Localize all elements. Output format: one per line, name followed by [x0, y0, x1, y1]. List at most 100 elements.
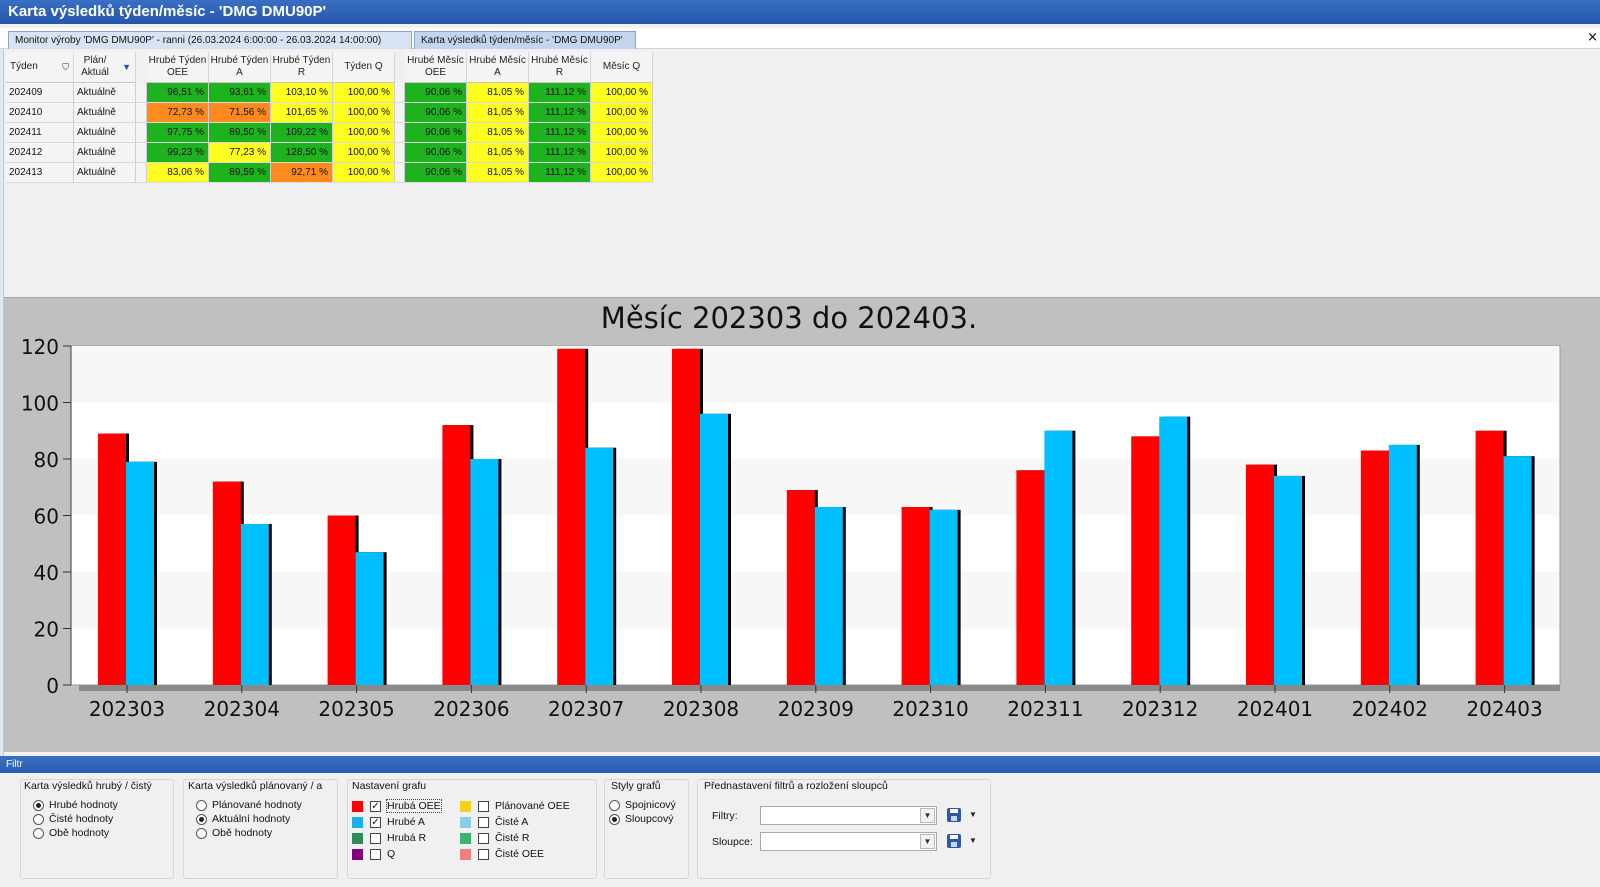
cell-plan[interactable]: Aktuálně [74, 163, 136, 183]
checkbox[interactable] [370, 848, 381, 860]
checkbox[interactable] [478, 848, 489, 860]
radio-both-values[interactable]: Obě hodnoty [33, 826, 109, 840]
cell-value[interactable]: 100,00 % [591, 103, 653, 123]
cell-value[interactable]: 90,06 % [405, 103, 467, 123]
column-header-month-oee[interactable]: Hrubé Měsíc OEE [405, 52, 467, 83]
cell-value[interactable]: 83,06 % [147, 163, 209, 183]
cell-week[interactable]: 202410 [6, 103, 74, 123]
columns-combobox[interactable]: ▼ [760, 832, 937, 851]
column-header-month-q[interactable]: Měsíc Q [591, 52, 653, 83]
column-header-month-r[interactable]: Hrubé Měsíc R [529, 52, 591, 83]
column-header-week-q[interactable]: Týden Q [333, 52, 395, 83]
radio-line-chart[interactable]: Spojnicový [609, 798, 676, 812]
cell-plan[interactable]: Aktuálně [74, 123, 136, 143]
tab-result-card[interactable]: Karta výsledků týden/měsíc - 'DMG DMU90P… [414, 31, 636, 49]
cell-value[interactable]: 89,50 % [209, 123, 271, 143]
cell-value[interactable]: 72,73 % [147, 103, 209, 123]
cell-value[interactable]: 81,05 % [467, 143, 529, 163]
checkbox[interactable]: ✓ [370, 800, 381, 812]
radio-gross-values[interactable]: Hrubé hodnoty [33, 798, 118, 812]
dropdown-arrow-icon[interactable]: ▼ [969, 810, 977, 819]
cell-value[interactable]: 100,00 % [591, 83, 653, 103]
cell-value[interactable]: 100,00 % [333, 83, 395, 103]
cell-value[interactable]: 71,56 % [209, 103, 271, 123]
cell-value[interactable]: 81,05 % [467, 163, 529, 183]
dropdown-arrow-icon[interactable]: ▼ [969, 836, 977, 845]
cell-week[interactable]: 202413 [6, 163, 74, 183]
checkbox[interactable] [478, 816, 489, 828]
series-toggle[interactable]: ✓ Hrubé A [352, 815, 425, 829]
checkbox[interactable] [370, 832, 381, 844]
cell-value[interactable]: 81,05 % [467, 83, 529, 103]
column-header-week[interactable]: Týden ⛉ [6, 52, 74, 83]
series-toggle[interactable]: ✓ Hrubá OEE [352, 799, 442, 813]
cell-value[interactable]: 81,05 % [467, 123, 529, 143]
column-header-month-a[interactable]: Hrubé Měsíc A [467, 52, 529, 83]
column-header-week-a[interactable]: Hrubé Týden A [209, 52, 271, 83]
cell-value[interactable]: 81,05 % [467, 103, 529, 123]
chevron-down-icon[interactable]: ▼ [920, 808, 935, 823]
series-toggle[interactable]: Čisté A [460, 815, 528, 829]
series-toggle[interactable]: Čisté R [460, 831, 529, 845]
cell-value[interactable]: 100,00 % [333, 163, 395, 183]
cell-value[interactable]: 128,50 % [271, 143, 333, 163]
checkbox[interactable]: ✓ [370, 816, 381, 828]
series-toggle[interactable]: Čisté OEE [460, 847, 544, 861]
radio-actual-values[interactable]: Aktuální hodnoty [196, 812, 290, 826]
filter-icon[interactable]: ▼ [122, 61, 131, 73]
radio-both-planned-actual[interactable]: Obě hodnoty [196, 826, 272, 840]
radio-net-values[interactable]: Čisté hodnoty [33, 812, 113, 826]
cell-value[interactable]: 101,65 % [271, 103, 333, 123]
series-toggle[interactable]: Plánované OEE [460, 799, 570, 813]
cell-week[interactable]: 202409 [6, 83, 74, 103]
radio-bar-chart[interactable]: Sloupcový [609, 812, 673, 826]
cell-week[interactable]: 202411 [6, 123, 74, 143]
cell-value[interactable]: 111,12 % [529, 163, 591, 183]
cell-value[interactable]: 93,61 % [209, 83, 271, 103]
cell-value[interactable]: 90,06 % [405, 163, 467, 183]
column-header-plan[interactable]: Plán/ Aktuál ▼ [74, 52, 136, 83]
cell-value[interactable]: 97,75 % [147, 123, 209, 143]
cell-value[interactable]: 90,06 % [405, 143, 467, 163]
cell-value[interactable]: 111,12 % [529, 143, 591, 163]
cell-value[interactable]: 111,12 % [529, 123, 591, 143]
radio-dot [196, 827, 207, 839]
column-header-week-oee[interactable]: Hrubé Týden OEE [147, 52, 209, 83]
cell-value[interactable]: 100,00 % [333, 123, 395, 143]
series-toggle[interactable]: Hrubá R [352, 831, 426, 845]
cell-value[interactable]: 100,00 % [333, 143, 395, 163]
series-toggle[interactable]: Q [352, 847, 395, 861]
cell-value[interactable]: 100,00 % [591, 163, 653, 183]
cell-plan[interactable]: Aktuálně [74, 143, 136, 163]
cell-plan[interactable]: Aktuálně [74, 83, 136, 103]
cell-value[interactable]: 111,12 % [529, 103, 591, 123]
cell-value[interactable]: 100,00 % [591, 123, 653, 143]
close-icon[interactable]: × [1587, 31, 1598, 45]
column-header-week-r[interactable]: Hrubé Týden R [271, 52, 333, 83]
cell-week[interactable]: 202412 [6, 143, 74, 163]
cell-value[interactable]: 96,51 % [147, 83, 209, 103]
cell-value[interactable]: 103,10 % [271, 83, 333, 103]
checkbox[interactable] [478, 800, 489, 812]
cell-value[interactable]: 100,00 % [591, 143, 653, 163]
cell-plan[interactable]: Aktuálně [74, 103, 136, 123]
save-icon[interactable] [947, 808, 961, 822]
filters-combobox[interactable]: ▼ [760, 806, 937, 825]
cell-value[interactable]: 111,12 % [529, 83, 591, 103]
save-icon[interactable] [947, 834, 961, 848]
color-swatch [460, 800, 471, 812]
cell-value[interactable]: 109,22 % [271, 123, 333, 143]
cell-value[interactable]: 100,00 % [333, 103, 395, 123]
radio-planned-values[interactable]: Plánované hodnoty [196, 798, 302, 812]
chevron-down-icon[interactable]: ▼ [920, 834, 935, 849]
cell-value[interactable]: 90,06 % [405, 83, 467, 103]
cell-value[interactable]: 77,23 % [209, 143, 271, 163]
cell-value[interactable]: 92,71 % [271, 163, 333, 183]
cell-value[interactable]: 99,23 % [147, 143, 209, 163]
tab-production-monitor[interactable]: Monitor výroby 'DMG DMU90P' - ranni (26.… [8, 31, 412, 49]
radio-label: Hrubé hodnoty [49, 799, 118, 811]
cell-value[interactable]: 90,06 % [405, 123, 467, 143]
filter-icon[interactable]: ⛉ [62, 61, 69, 73]
checkbox[interactable] [478, 832, 489, 844]
cell-value[interactable]: 89,59 % [209, 163, 271, 183]
